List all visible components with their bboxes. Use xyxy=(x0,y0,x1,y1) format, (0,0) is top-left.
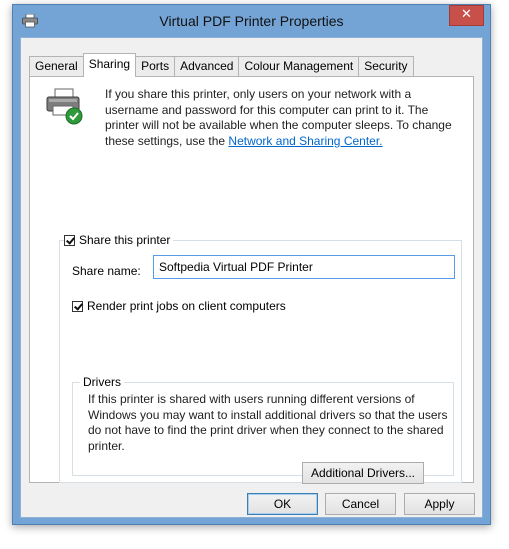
tab-general[interactable]: General xyxy=(29,56,84,76)
sharing-panel: If you share this printer, only users on… xyxy=(29,76,474,484)
sharing-intro: If you share this printer, only users on… xyxy=(105,87,465,149)
render-jobs-checkbox-row[interactable]: Render print jobs on client computers xyxy=(72,299,289,313)
properties-window: Virtual PDF Printer Properties ✕ General… xyxy=(12,4,491,525)
ok-button[interactable]: OK xyxy=(247,493,318,515)
tab-ports[interactable]: Ports xyxy=(135,56,176,76)
apply-button[interactable]: Apply xyxy=(404,493,475,515)
dialog-client: General Sharing Ports Advanced Colour Ma… xyxy=(20,37,483,518)
share-name-input[interactable] xyxy=(153,255,455,279)
tab-strip: General Sharing Ports Advanced Colour Ma… xyxy=(29,53,414,77)
tab-advanced[interactable]: Advanced xyxy=(174,56,240,76)
render-jobs-checkbox[interactable] xyxy=(72,300,83,312)
close-icon: ✕ xyxy=(461,7,472,22)
share-printer-checkbox-row[interactable]: Share this printer xyxy=(64,233,174,247)
close-button[interactable]: ✕ xyxy=(449,5,484,26)
shared-printer-icon xyxy=(46,88,83,125)
drivers-description: If this printer is shared with users run… xyxy=(88,392,448,453)
share-printer-label: Share this printer xyxy=(79,233,171,247)
drivers-legend: Drivers xyxy=(80,375,124,389)
tab-security[interactable]: Security xyxy=(358,56,414,76)
window-title: Virtual PDF Printer Properties xyxy=(159,13,344,29)
title-bar[interactable]: Virtual PDF Printer Properties ✕ xyxy=(13,5,490,37)
share-printer-checkbox[interactable] xyxy=(64,234,75,246)
share-name-label: Share name: xyxy=(72,264,141,278)
network-sharing-center-link[interactable]: Network and Sharing Center. xyxy=(228,134,382,148)
tab-sharing[interactable]: Sharing xyxy=(82,53,137,77)
additional-drivers-button[interactable]: Additional Drivers... xyxy=(302,462,424,484)
cancel-button[interactable]: Cancel xyxy=(325,493,396,515)
render-jobs-label: Render print jobs on client computers xyxy=(87,299,286,313)
tab-colour-management[interactable]: Colour Management xyxy=(238,56,360,76)
